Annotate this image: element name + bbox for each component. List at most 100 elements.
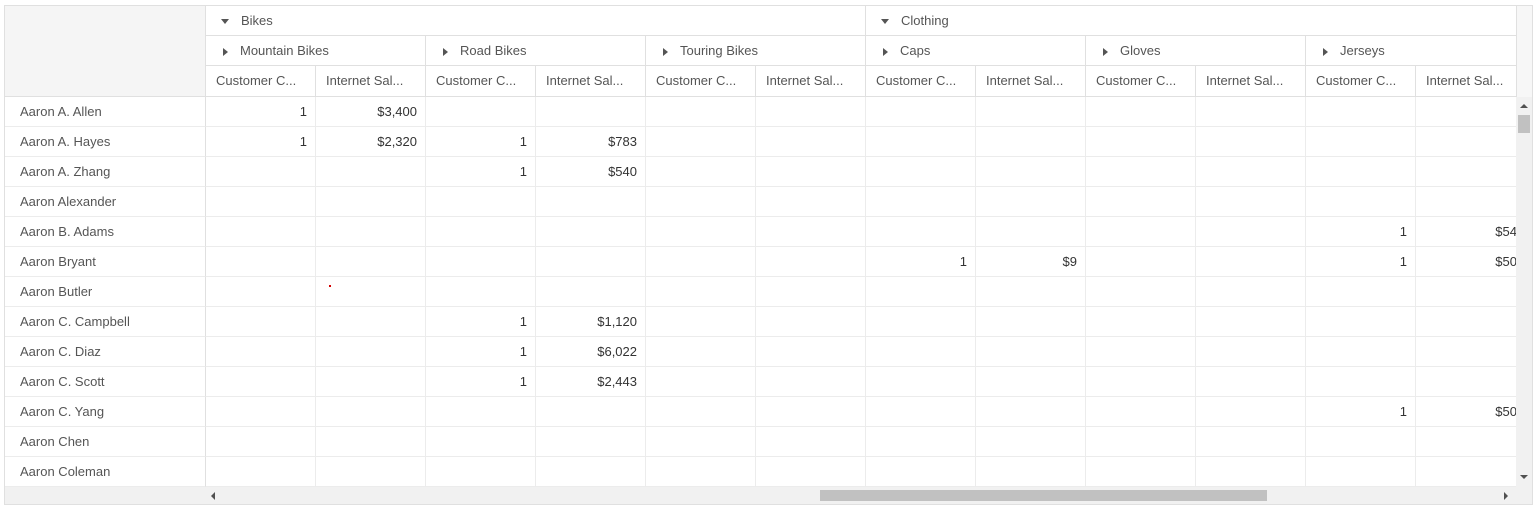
value-cell[interactable]: 1 bbox=[1306, 247, 1416, 277]
row-header[interactable]: Aaron A. Allen bbox=[5, 97, 206, 127]
value-cell[interactable] bbox=[866, 187, 976, 217]
arrow-up-icon[interactable] bbox=[1520, 104, 1528, 108]
value-cell[interactable] bbox=[426, 187, 536, 217]
subcategory-header[interactable]: Mountain Bikes bbox=[206, 36, 426, 66]
value-cell[interactable] bbox=[536, 97, 646, 127]
caret-right-icon[interactable] bbox=[663, 47, 668, 56]
value-cell[interactable] bbox=[866, 457, 976, 487]
value-cell[interactable]: $1,120 bbox=[536, 307, 646, 337]
value-cell[interactable] bbox=[206, 217, 316, 247]
value-cell[interactable] bbox=[426, 97, 536, 127]
value-cell[interactable] bbox=[1306, 277, 1416, 307]
value-cell[interactable] bbox=[866, 337, 976, 367]
value-cell[interactable] bbox=[1086, 277, 1196, 307]
value-cell[interactable] bbox=[536, 277, 646, 307]
vertical-scrollbar[interactable] bbox=[1516, 97, 1532, 487]
value-cell[interactable] bbox=[1306, 427, 1416, 457]
value-cell[interactable] bbox=[646, 217, 756, 247]
arrow-down-icon[interactable] bbox=[1520, 475, 1528, 479]
value-cell[interactable]: 1 bbox=[1306, 397, 1416, 427]
value-cell[interactable] bbox=[316, 157, 426, 187]
value-cell[interactable] bbox=[1086, 367, 1196, 397]
value-cell[interactable] bbox=[756, 427, 866, 457]
value-cell[interactable] bbox=[1416, 427, 1516, 457]
value-cell[interactable] bbox=[756, 97, 866, 127]
value-cell[interactable]: $2,443 bbox=[536, 367, 646, 397]
row-header[interactable]: Aaron Coleman bbox=[5, 457, 206, 487]
subcategory-header[interactable]: Road Bikes bbox=[426, 36, 646, 66]
value-cell[interactable] bbox=[1416, 187, 1516, 217]
value-cell[interactable] bbox=[316, 247, 426, 277]
row-header[interactable]: Aaron C. Scott bbox=[5, 367, 206, 397]
value-cell[interactable] bbox=[1196, 367, 1306, 397]
value-cell[interactable] bbox=[976, 427, 1086, 457]
arrow-left-icon[interactable] bbox=[211, 492, 215, 500]
horizontal-scroll-thumb[interactable] bbox=[820, 490, 1267, 501]
row-header[interactable]: Aaron Bryant bbox=[5, 247, 206, 277]
caret-right-icon[interactable] bbox=[223, 47, 228, 56]
value-cell[interactable] bbox=[866, 97, 976, 127]
subcategory-header[interactable]: Jerseys bbox=[1306, 36, 1516, 66]
value-cell[interactable] bbox=[756, 457, 866, 487]
value-cell[interactable] bbox=[536, 247, 646, 277]
value-cell[interactable] bbox=[866, 217, 976, 247]
value-cell[interactable] bbox=[1086, 247, 1196, 277]
value-cell[interactable] bbox=[976, 97, 1086, 127]
value-cell[interactable] bbox=[1196, 457, 1306, 487]
value-cell[interactable] bbox=[1086, 457, 1196, 487]
row-header[interactable]: Aaron Butler bbox=[5, 277, 206, 307]
row-header[interactable]: Aaron C. Yang bbox=[5, 397, 206, 427]
measure-header[interactable]: Customer C... bbox=[1086, 66, 1196, 97]
value-cell[interactable]: $540 bbox=[536, 157, 646, 187]
measure-header[interactable]: Customer C... bbox=[206, 66, 316, 97]
value-cell[interactable] bbox=[646, 307, 756, 337]
value-cell[interactable]: 1 bbox=[426, 337, 536, 367]
value-cell[interactable]: 1 bbox=[426, 367, 536, 397]
value-cell[interactable] bbox=[1086, 337, 1196, 367]
measure-header[interactable]: Internet Sal... bbox=[756, 66, 866, 97]
value-cell[interactable] bbox=[976, 337, 1086, 367]
value-cell[interactable] bbox=[866, 367, 976, 397]
value-cell[interactable] bbox=[1196, 217, 1306, 247]
subcategory-header[interactable]: Caps bbox=[866, 36, 1086, 66]
value-cell[interactable]: 1 bbox=[206, 97, 316, 127]
value-cell[interactable]: $3,400 bbox=[316, 97, 426, 127]
value-cell[interactable]: 1 bbox=[866, 247, 976, 277]
value-cell[interactable] bbox=[756, 127, 866, 157]
measure-header[interactable]: Customer C... bbox=[1306, 66, 1416, 97]
value-cell[interactable] bbox=[316, 457, 426, 487]
value-cell[interactable] bbox=[206, 277, 316, 307]
value-cell[interactable] bbox=[1086, 187, 1196, 217]
horizontal-scrollbar[interactable] bbox=[5, 487, 1516, 504]
value-cell[interactable]: 1 bbox=[426, 157, 536, 187]
measure-header[interactable]: Internet Sal... bbox=[976, 66, 1086, 97]
measure-header[interactable]: Internet Sal... bbox=[1416, 66, 1516, 97]
row-header[interactable]: Aaron Chen bbox=[5, 427, 206, 457]
value-cell[interactable] bbox=[316, 277, 426, 307]
value-cell[interactable] bbox=[646, 367, 756, 397]
value-cell[interactable] bbox=[756, 307, 866, 337]
value-cell[interactable] bbox=[646, 337, 756, 367]
vertical-scroll-thumb[interactable] bbox=[1518, 115, 1530, 133]
value-cell[interactable] bbox=[976, 277, 1086, 307]
value-cell[interactable] bbox=[866, 397, 976, 427]
value-cell[interactable] bbox=[1306, 337, 1416, 367]
value-cell[interactable]: $50 bbox=[1416, 247, 1516, 277]
caret-right-icon[interactable] bbox=[1323, 47, 1328, 56]
value-cell[interactable] bbox=[1306, 157, 1416, 187]
value-cell[interactable] bbox=[1196, 337, 1306, 367]
value-cell[interactable]: $2,320 bbox=[316, 127, 426, 157]
value-cell[interactable] bbox=[1416, 277, 1516, 307]
value-cell[interactable] bbox=[426, 397, 536, 427]
value-cell[interactable] bbox=[1196, 157, 1306, 187]
value-cell[interactable] bbox=[206, 187, 316, 217]
value-cell[interactable]: 1 bbox=[426, 307, 536, 337]
subcategory-header[interactable]: Touring Bikes bbox=[646, 36, 866, 66]
value-cell[interactable] bbox=[1196, 97, 1306, 127]
caret-right-icon[interactable] bbox=[443, 47, 448, 56]
value-cell[interactable] bbox=[646, 187, 756, 217]
value-cell[interactable] bbox=[646, 397, 756, 427]
value-cell[interactable] bbox=[1416, 457, 1516, 487]
row-header[interactable]: Aaron C. Diaz bbox=[5, 337, 206, 367]
value-cell[interactable] bbox=[316, 337, 426, 367]
